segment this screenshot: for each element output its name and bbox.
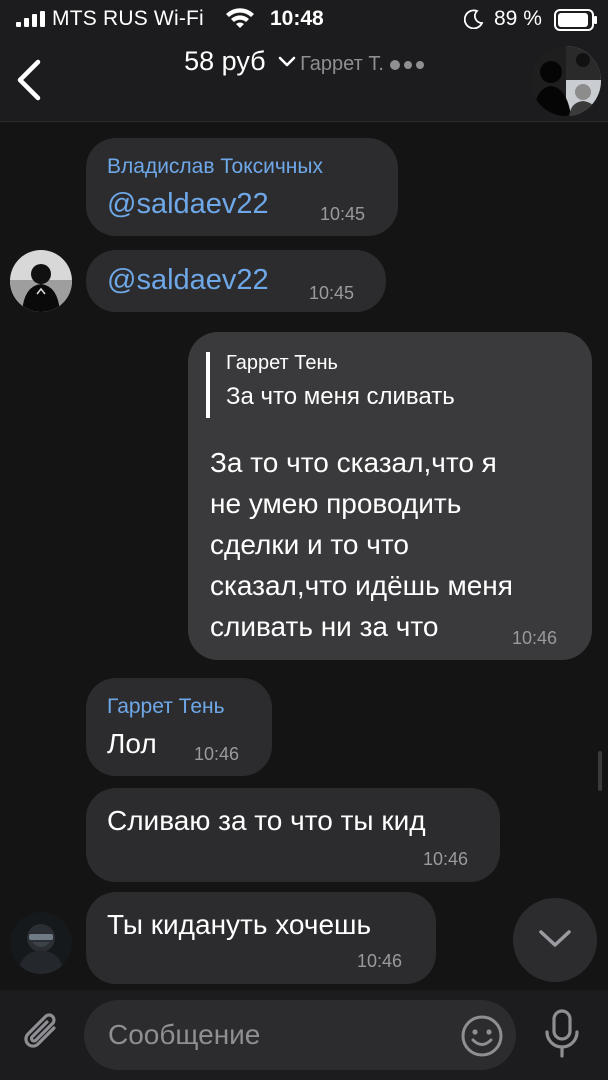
wifi-icon: [226, 8, 254, 28]
back-chevron-icon[interactable]: [12, 58, 48, 102]
message-bubble[interactable]: Сливаю за то что ты кид 10:46: [86, 788, 500, 882]
message-list[interactable]: Владислав Токсичных @saldaev22 10:45 @sa…: [0, 123, 608, 990]
chat-title-block[interactable]: 58 руб Гаррет Т.: [140, 46, 468, 77]
message-input[interactable]: Сообщение: [84, 1000, 516, 1070]
message-bubble[interactable]: Гаррет Тень Лол 10:46: [86, 678, 272, 776]
message-time: 10:45: [309, 283, 355, 303]
signal-icon: [16, 11, 45, 27]
mention-link[interactable]: @saldaev22: [107, 264, 269, 297]
typing-user: Гаррет Т.: [300, 53, 384, 75]
message-bubble[interactable]: Владислав Токсичных @saldaev22 10:45: [86, 138, 398, 236]
typing-dots-icon: [389, 59, 424, 70]
chevron-down-icon: [539, 930, 571, 947]
battery-percent: 89 %: [494, 7, 542, 30]
chat-title-text: 58 руб: [184, 46, 266, 76]
message-line: сказал,что идёшь меня: [210, 570, 513, 601]
sender-avatar[interactable]: [10, 912, 72, 974]
chat-subtitle: Гаррет Т.: [300, 53, 424, 76]
message-time: 10:46: [423, 849, 469, 869]
carrier-label: MTS RUS Wi-Fi: [52, 7, 204, 30]
message-sender[interactable]: Гаррет Тень: [107, 695, 225, 719]
message-line: сливать ни за что: [210, 611, 439, 642]
message-bubble[interactable]: Ты кидануть хочешь 10:46: [86, 892, 436, 984]
message-line: За то что сказал,что я: [210, 447, 497, 478]
message-bubble-outgoing[interactable]: Гаррет Тень За что меня сливать За то чт…: [188, 332, 592, 660]
clock: 10:48: [270, 7, 324, 30]
message-time: 10:46: [357, 951, 403, 971]
chevron-down-icon: [278, 56, 295, 66]
chat-avatar[interactable]: [531, 46, 601, 116]
message-time: 10:46: [512, 628, 558, 648]
message-text: Лол: [107, 728, 157, 759]
message-line: сделки и то что: [210, 529, 409, 560]
message-sender[interactable]: Владислав Токсичных: [107, 155, 323, 179]
chat-title[interactable]: 58 руб: [184, 46, 296, 77]
reply-text: За что меня сливать: [226, 383, 455, 410]
message-line: не умею проводить: [210, 488, 462, 519]
scroll-down-button[interactable]: [513, 898, 597, 982]
moon-icon: [464, 9, 484, 29]
message-bubble[interactable]: @saldaev22 10:45: [86, 250, 386, 312]
paperclip-icon[interactable]: [20, 1008, 64, 1056]
chat-header: 58 руб Гаррет Т.: [0, 40, 608, 122]
message-text: Сливаю за то что ты кид: [107, 805, 426, 836]
scrollbar[interactable]: [598, 751, 602, 791]
message-time: 10:45: [320, 204, 366, 224]
emoji-icon[interactable]: [460, 1014, 504, 1058]
mention-link[interactable]: @saldaev22: [107, 188, 269, 221]
message-text: Ты кидануть хочешь: [107, 909, 372, 940]
message-input-placeholder[interactable]: Сообщение: [108, 1019, 260, 1051]
reply-quote[interactable]: Гаррет Тень За что меня сливать: [206, 352, 455, 418]
reply-author: Гаррет Тень: [226, 352, 338, 374]
status-bar: MTS RUS Wi-Fi 10:48 89 %: [0, 0, 608, 40]
composer-bar: Сообщение: [0, 990, 608, 1080]
microphone-icon[interactable]: [540, 1008, 584, 1060]
battery-icon: [554, 9, 597, 31]
message-text: За то что сказал,что я не умею проводить…: [210, 442, 513, 647]
message-time: 10:46: [194, 744, 240, 764]
sender-avatar[interactable]: [10, 250, 72, 312]
